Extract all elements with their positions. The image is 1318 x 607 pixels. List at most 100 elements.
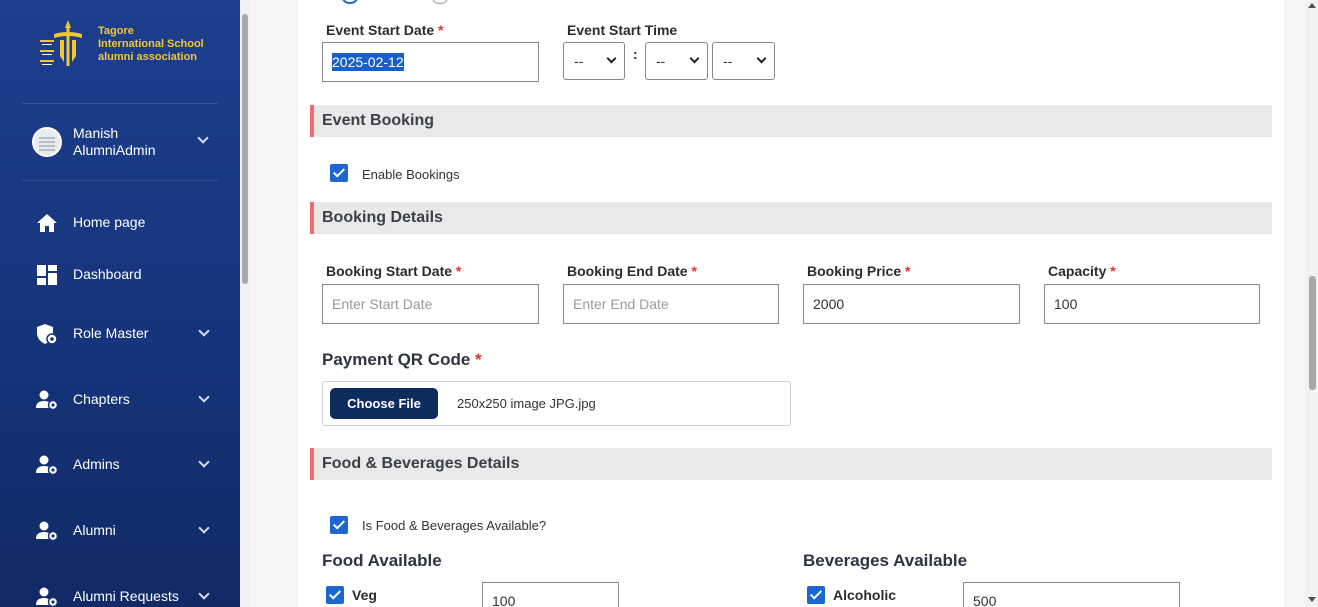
booking-end-date-label: Booking End Date * <box>567 263 697 279</box>
selected-date-text: 2025-02-12 <box>332 53 404 71</box>
payment-qr-code-label: Payment QR Code * <box>322 350 482 370</box>
label-text: Event Start Date <box>326 22 435 38</box>
required-mark: * <box>475 350 482 369</box>
chevron-down-icon <box>689 53 700 64</box>
section-title: Event Booking <box>322 112 435 129</box>
sidebar-item-admins[interactable]: Admins <box>36 451 216 479</box>
sidebar-item-label: Alumni <box>73 522 116 538</box>
time-separator: : <box>633 46 638 62</box>
alcoholic-quantity-input[interactable]: 500 <box>963 582 1180 607</box>
selected-file-name: 250x250 image JPG.jpg <box>457 396 596 411</box>
required-mark: * <box>438 22 444 38</box>
sidebar-divider <box>22 180 218 181</box>
user-first-name: Manish <box>73 125 119 141</box>
school-logo[interactable]: Tagore International School alumni assoc… <box>38 16 218 72</box>
logo-line-2: International School <box>98 38 204 50</box>
label-text: Capacity <box>1048 263 1107 279</box>
label-text: Booking End Date <box>567 263 688 279</box>
section-title: Booking Details <box>322 209 443 226</box>
sidebar-item-label: Chapters <box>73 391 130 407</box>
payment-qr-file-input[interactable]: Choose File 250x250 image JPG.jpg <box>322 381 791 426</box>
section-title: Food & Beverages Details <box>322 455 520 472</box>
scroll-down-arrow-icon[interactable] <box>1308 597 1316 602</box>
capacity-label: Capacity * <box>1048 263 1116 279</box>
chevron-down-icon <box>198 456 210 468</box>
label-text: Booking Start Date <box>326 263 453 279</box>
sidebar-item-alumni-requests[interactable]: Alumni Requests <box>36 583 216 607</box>
user-gear-icon <box>36 390 58 411</box>
hour-select[interactable]: -- <box>563 42 625 80</box>
scroll-up-arrow-icon[interactable] <box>1308 3 1316 8</box>
home-icon <box>37 214 57 232</box>
booking-start-date-input[interactable]: Enter Start Date <box>322 284 539 324</box>
required-mark: * <box>455 263 462 279</box>
veg-quantity-input[interactable]: 100 <box>482 582 619 607</box>
capacity-input[interactable]: 100 <box>1044 284 1260 324</box>
chevron-down-icon <box>756 53 767 64</box>
alcoholic-checkbox[interactable] <box>807 586 825 604</box>
dashboard-icon <box>37 265 57 285</box>
page-scrollbar-thumb[interactable] <box>1309 276 1316 390</box>
logo-text: Tagore International School alumni assoc… <box>98 25 204 64</box>
shield-gear-icon <box>37 324 58 345</box>
alcoholic-label: Alcoholic <box>833 587 897 603</box>
event-booking-section-header: Event Booking <box>310 105 1272 137</box>
booking-start-date-label: Booking Start Date * <box>326 263 461 279</box>
select-value: -- <box>723 53 733 69</box>
veg-checkbox[interactable] <box>326 586 344 604</box>
user-gear-icon <box>36 521 58 542</box>
event-start-date-label: Event Start Date * <box>326 22 444 38</box>
sidebar-item-label: Admins <box>73 456 120 472</box>
sidebar-item-role-master[interactable]: Role Master <box>36 320 216 348</box>
booking-price-input[interactable]: 2000 <box>803 284 1020 324</box>
sidebar-scrollbar-thumb[interactable] <box>242 14 248 284</box>
food-beverages-section-header: Food & Beverages Details <box>310 448 1272 480</box>
booking-price-label: Booking Price * <box>807 263 910 279</box>
user-gear-icon <box>36 587 58 607</box>
beverages-available-heading: Beverages Available <box>803 551 968 570</box>
sidebar-item-alumni[interactable]: Alumni <box>36 517 216 545</box>
choose-file-button[interactable]: Choose File <box>330 388 438 419</box>
required-mark: * <box>905 263 911 279</box>
enable-bookings-label: Enable Bookings <box>362 167 460 182</box>
booking-details-section-header: Booking Details <box>310 202 1272 234</box>
user-last-name: AlumniAdmin <box>73 142 156 158</box>
chevron-down-icon <box>198 391 210 403</box>
input-value: 500 <box>973 593 997 607</box>
booking-end-date-input[interactable]: Enter End Date <box>563 284 779 324</box>
chevron-down-icon[interactable] <box>197 132 209 144</box>
sidebar-item-home[interactable]: Home page <box>36 209 216 237</box>
label-text: Payment QR Code <box>322 350 471 369</box>
enable-bookings-checkbox[interactable] <box>330 164 348 182</box>
logo-line-3: alumni association <box>98 51 198 63</box>
event-start-time-label: Event Start Time <box>567 22 678 38</box>
event-start-date-input[interactable]: 2025-02-12 <box>322 42 539 82</box>
input-value: 100 <box>492 593 516 607</box>
chevron-down-icon <box>198 588 210 600</box>
user-menu[interactable]: Manish AlumniAdmin <box>32 125 222 159</box>
chevron-down-icon <box>198 522 210 534</box>
select-value: -- <box>656 53 666 69</box>
food-beverages-available-label: Is Food & Beverages Available? <box>362 518 547 533</box>
sidebar-item-chapters[interactable]: Chapters <box>36 386 216 414</box>
logo-line-1: Tagore <box>98 25 134 37</box>
sidebar-item-dashboard[interactable]: Dashboard <box>36 261 216 289</box>
avatar <box>32 127 62 157</box>
ampm-select[interactable]: -- <box>712 42 775 80</box>
user-gear-icon <box>36 455 58 476</box>
user-name: Manish AlumniAdmin <box>73 125 155 159</box>
sidebar: Tagore International School alumni assoc… <box>0 0 240 607</box>
label-text: Booking Price <box>807 263 902 279</box>
chevron-down-icon <box>606 53 617 64</box>
select-value: -- <box>574 53 584 69</box>
chevron-down-icon <box>198 325 210 337</box>
logo-emblem-icon <box>40 20 82 66</box>
sidebar-item-label: Alumni Requests <box>73 588 179 604</box>
food-beverages-available-checkbox[interactable] <box>330 516 348 534</box>
sidebar-item-label: Dashboard <box>73 266 142 282</box>
sidebar-item-label: Role Master <box>73 325 149 341</box>
sidebar-item-label: Home page <box>73 214 146 230</box>
minute-select[interactable]: -- <box>645 42 708 80</box>
sidebar-divider <box>22 103 218 104</box>
food-available-heading: Food Available <box>322 551 442 570</box>
